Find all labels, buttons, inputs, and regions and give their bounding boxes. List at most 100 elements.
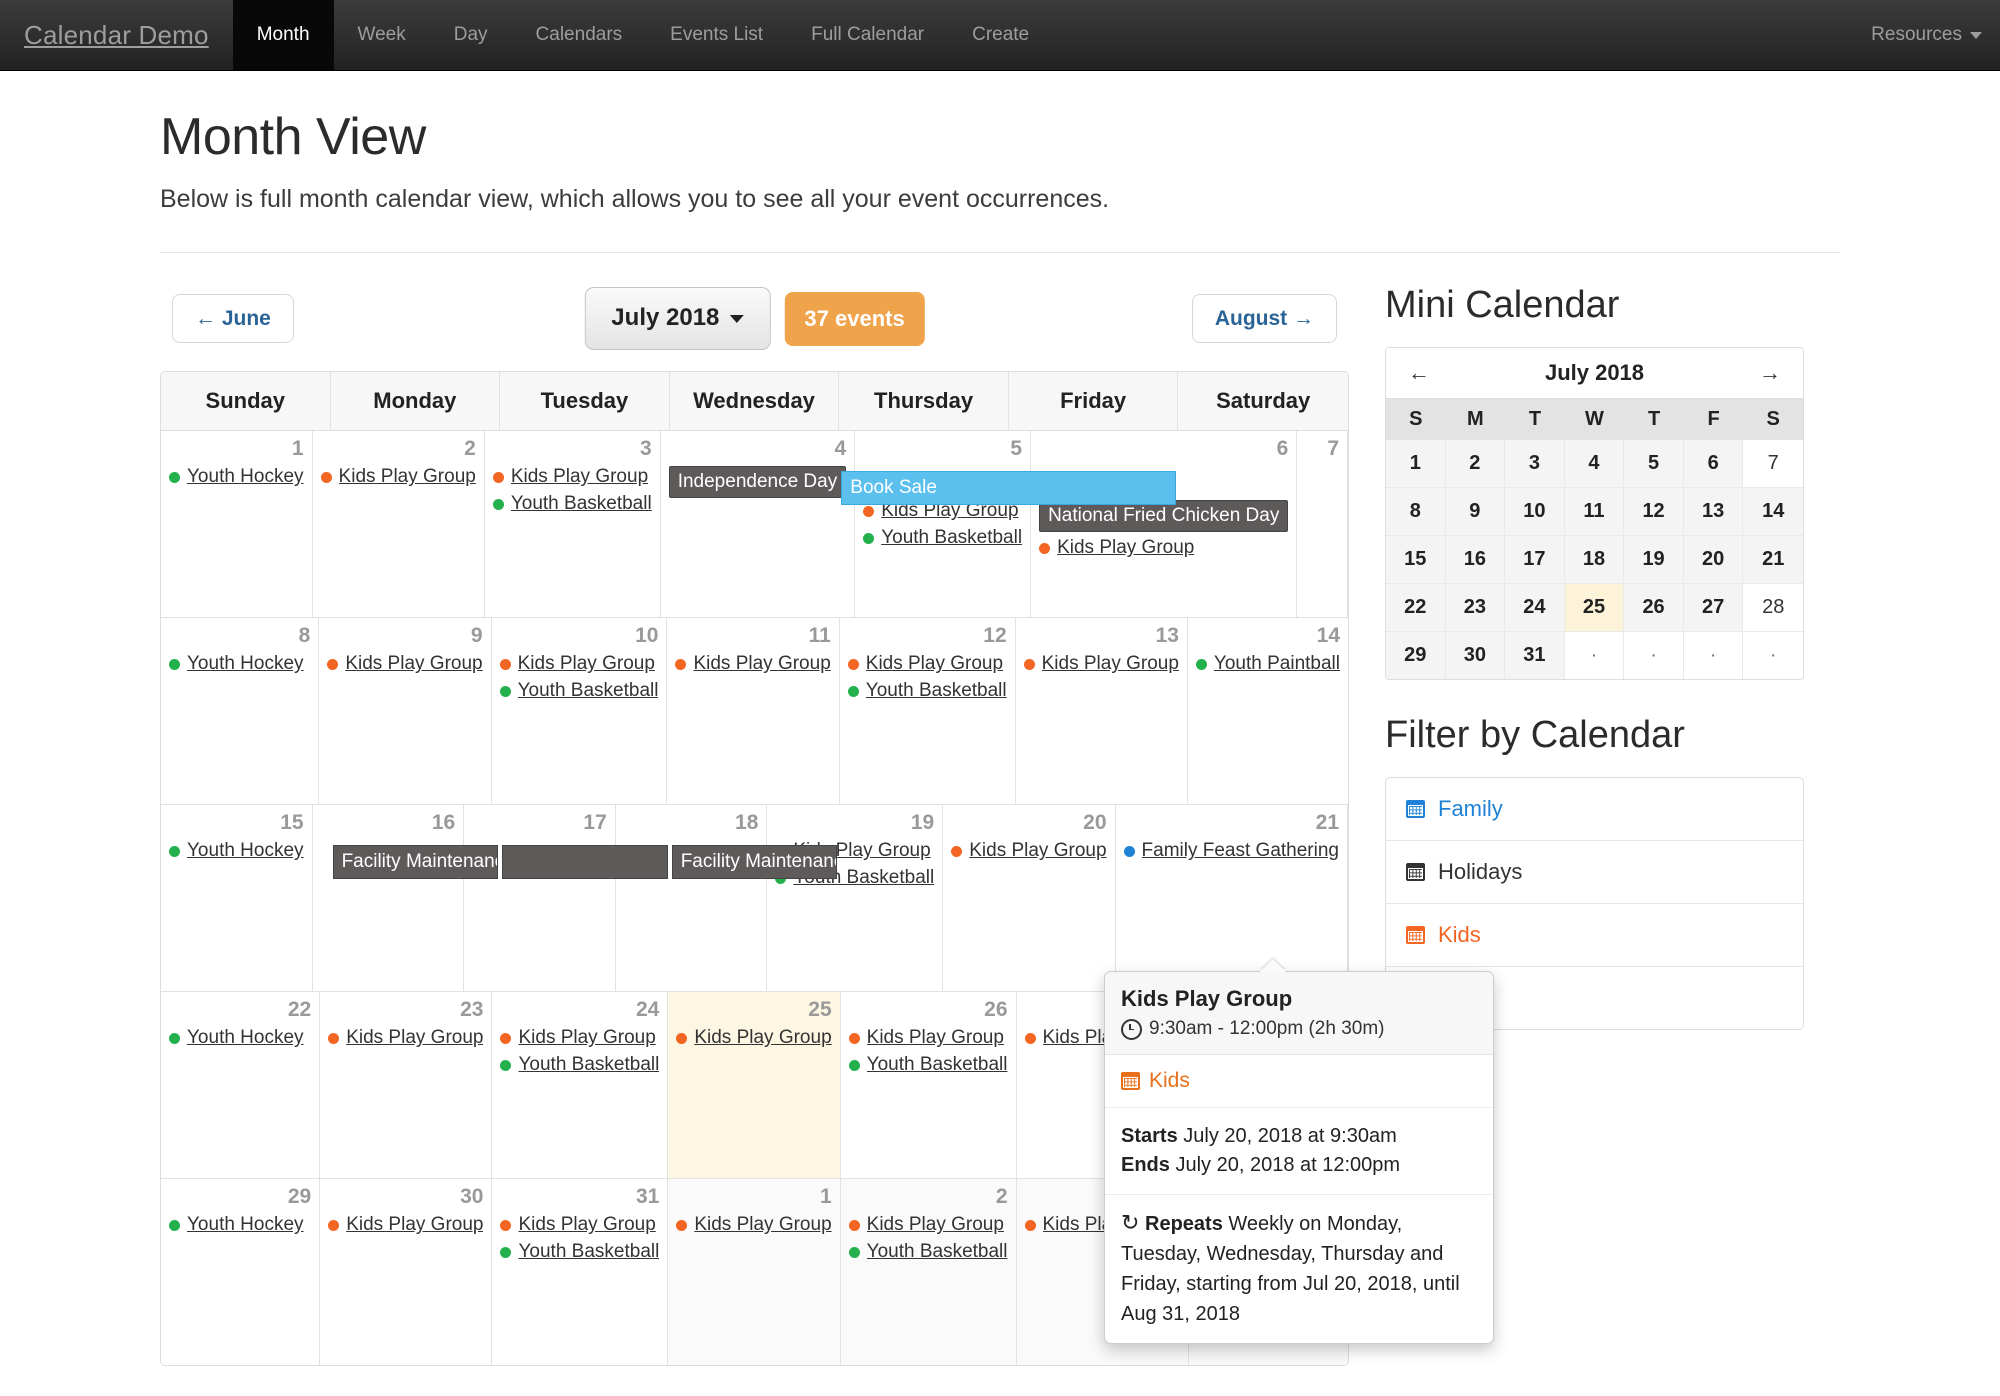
event-item[interactable]: Youth Basketball [863, 527, 1022, 549]
event-item[interactable]: Kids Play Group [1023, 653, 1179, 675]
day-cell[interactable]: 17 [464, 805, 616, 992]
mini-day[interactable]: 17 [1505, 536, 1565, 584]
multi-day-event-bar[interactable]: Facility Maintenance [332, 845, 499, 880]
event-link[interactable]: Youth Hockey [187, 840, 304, 862]
event-item[interactable]: Youth Basketball [500, 1241, 659, 1263]
day-cell[interactable]: 31 Kids Play Group Youth Basketball [492, 1179, 669, 1366]
multi-day-event-bar[interactable]: Facility Maintenance [671, 845, 838, 880]
mini-day[interactable]: 14 [1743, 488, 1803, 536]
mini-day[interactable]: 27 [1683, 584, 1744, 632]
event-item[interactable]: Kids Play Group [327, 653, 483, 675]
event-link[interactable]: Youth Paintball [1214, 653, 1340, 675]
day-cell[interactable]: 23 Kids Play Group [320, 992, 493, 1179]
event-link[interactable]: Kids Play Group [867, 1214, 1004, 1236]
day-cell[interactable]: 18 [615, 805, 768, 992]
mini-day[interactable]: 10 [1505, 488, 1565, 536]
event-item[interactable]: Youth Basketball [499, 680, 659, 702]
event-link[interactable]: Youth Hockey [187, 1214, 304, 1236]
multi-day-event-bar[interactable]: Book Sale [841, 471, 1177, 506]
next-month-button[interactable]: August → [1191, 294, 1337, 344]
event-item[interactable]: Youth Hockey [169, 1214, 311, 1236]
event-link[interactable]: Kids Play Group [339, 466, 476, 488]
day-cell[interactable]: 25 Kids Play Group [668, 992, 841, 1179]
day-cell[interactable]: 3 Kids Play Group Youth Basketball [484, 431, 661, 618]
filter-item-family[interactable]: Family [1386, 778, 1803, 841]
mini-day[interactable]: 15 [1386, 536, 1446, 584]
event-link[interactable]: Kids Play Group [518, 1027, 655, 1049]
day-cell[interactable]: 10 Kids Play Group Youth Basketball [491, 618, 668, 805]
day-cell[interactable]: 12 Kids Play Group Youth Basketball [839, 618, 1016, 805]
event-link[interactable]: Youth Hockey [187, 653, 304, 675]
day-cell[interactable]: 2 Kids Play Group [312, 431, 485, 618]
mini-day[interactable]: 18 [1564, 536, 1625, 584]
event-item[interactable]: Kids Play Group [328, 1214, 483, 1236]
mini-next-arrow-icon[interactable]: → [1753, 360, 1787, 386]
event-link[interactable]: Kids Play Group [867, 1027, 1004, 1049]
event-item[interactable]: Kids Play Group [951, 840, 1107, 862]
nav-link-create[interactable]: Create [948, 0, 1053, 70]
popover-calendar-name[interactable]: Kids [1121, 1069, 1477, 1093]
mini-day[interactable]: 31 [1505, 632, 1565, 679]
mini-day[interactable]: 7 [1743, 440, 1803, 488]
event-item[interactable]: Youth Basketball [492, 493, 652, 515]
day-cell[interactable]: 11 Kids Play Group [667, 618, 840, 805]
day-cell[interactable]: 4 Independence Day [660, 431, 856, 618]
mini-day[interactable]: 21 [1743, 536, 1803, 584]
nav-link-events-list[interactable]: Events List [646, 0, 787, 70]
day-cell[interactable]: 8 Youth Hockey [161, 618, 320, 805]
event-item[interactable]: Kids Play Group [676, 1214, 832, 1236]
month-dropdown-button[interactable]: July 2018 [584, 287, 771, 350]
day-cell[interactable]: 30 Kids Play Group [320, 1179, 493, 1366]
event-item[interactable]: Youth Basketball [848, 1241, 1008, 1263]
event-item[interactable]: Youth Paintball [1195, 653, 1340, 675]
event-link[interactable]: Youth Basketball [511, 493, 652, 515]
mini-day[interactable]: 4 [1564, 440, 1625, 488]
event-item[interactable]: Kids Play Group [328, 1027, 483, 1049]
event-bar[interactable]: Independence Day [668, 466, 847, 499]
mini-day[interactable]: 12 [1624, 488, 1684, 536]
event-link[interactable]: Youth Basketball [881, 527, 1022, 549]
event-item[interactable]: Youth Hockey [169, 1027, 311, 1049]
event-item[interactable]: Kids Play Group [500, 1214, 659, 1236]
event-link[interactable]: Youth Basketball [867, 1054, 1008, 1076]
mini-day[interactable]: 8 [1386, 488, 1446, 536]
day-cell[interactable]: 14 Youth Paintball [1187, 618, 1348, 805]
event-link[interactable]: Kids Play Group [694, 1027, 831, 1049]
event-item[interactable]: Kids Play Group [499, 653, 659, 675]
event-link[interactable]: Kids Play Group [345, 653, 482, 675]
day-cell[interactable]: 2 Kids Play Group Youth Basketball [840, 1179, 1017, 1366]
event-link[interactable]: Youth Basketball [518, 680, 659, 702]
event-link[interactable]: Kids Play Group [1042, 653, 1179, 675]
event-link[interactable]: Kids Play Group [969, 840, 1106, 862]
nav-link-day[interactable]: Day [430, 0, 512, 70]
day-cell[interactable]: 7 [1297, 431, 1348, 618]
event-link[interactable]: Kids Play Group [694, 1214, 831, 1236]
day-cell[interactable]: 1 Kids Play Group [668, 1179, 841, 1366]
mini-day[interactable]: 23 [1445, 584, 1506, 632]
event-item[interactable]: Youth Basketball [847, 680, 1007, 702]
mini-day[interactable]: 16 [1445, 536, 1506, 584]
event-item[interactable]: Youth Hockey [169, 840, 304, 862]
day-cell[interactable]: 15 Youth Hockey [161, 805, 313, 992]
event-link[interactable]: Youth Basketball [867, 1241, 1008, 1263]
mini-day[interactable]: 9 [1445, 488, 1506, 536]
day-cell[interactable]: 22 Youth Hockey [161, 992, 321, 1179]
mini-day[interactable]: 28 [1743, 584, 1803, 632]
mini-day[interactable]: 1 [1386, 440, 1446, 488]
day-cell[interactable]: 19 Kids Play Group Youth Basketball [767, 805, 944, 992]
event-link[interactable]: Kids Play Group [866, 653, 1003, 675]
event-item[interactable]: Kids Play Group [1039, 537, 1288, 559]
day-cell[interactable]: 24 Kids Play Group Youth Basketball [492, 992, 669, 1179]
mini-day[interactable]: 11 [1564, 488, 1625, 536]
day-cell[interactable]: 21 Family Feast Gathering [1115, 805, 1348, 992]
day-cell[interactable]: 1 Youth Hockey [161, 431, 313, 618]
event-item[interactable]: Kids Play Group [500, 1027, 659, 1049]
nav-link-calendars[interactable]: Calendars [512, 0, 647, 70]
event-link[interactable]: Youth Basketball [518, 1054, 659, 1076]
mini-day[interactable]: 13 [1683, 488, 1744, 536]
day-cell[interactable]: 29 Youth Hockey [161, 1179, 321, 1366]
event-item[interactable]: Kids Play Group [676, 1027, 832, 1049]
filter-item-holidays[interactable]: Holidays [1386, 841, 1803, 904]
day-cell[interactable]: 20 Kids Play Group [943, 805, 1116, 992]
event-item[interactable]: Kids Play Group [320, 466, 476, 488]
